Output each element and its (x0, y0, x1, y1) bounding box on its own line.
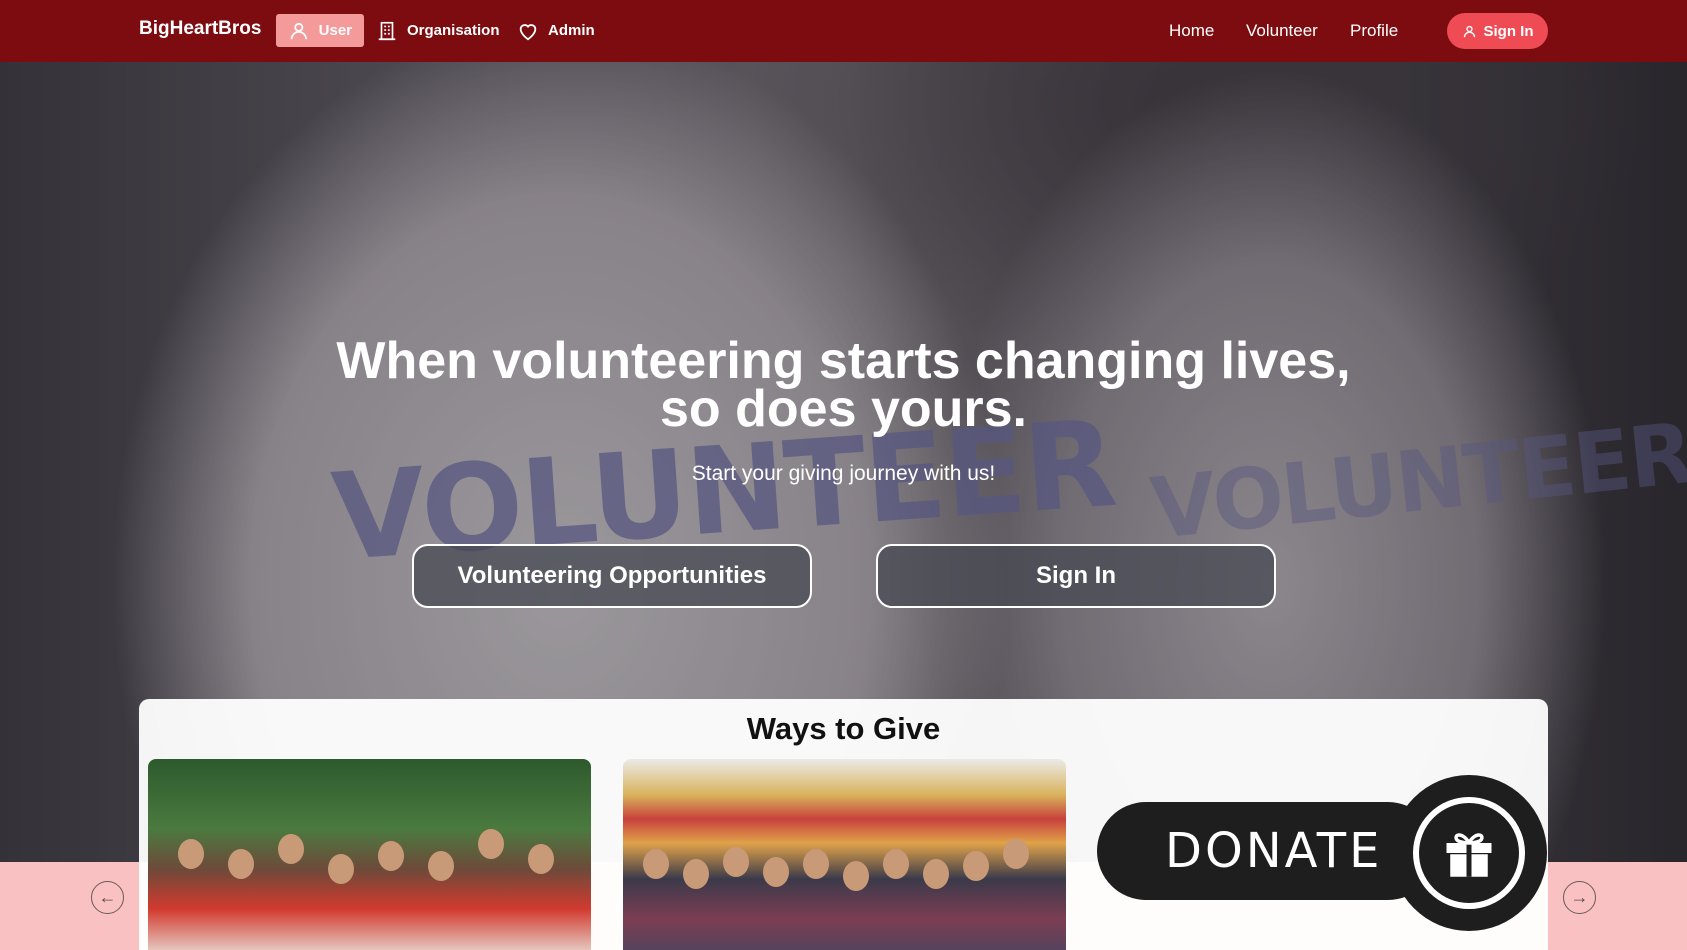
photo-people (623, 819, 1066, 950)
gift-icon (1446, 833, 1492, 877)
building-icon (378, 21, 396, 40)
hero-sign-in-button[interactable]: Sign In (876, 544, 1276, 608)
role-tab-organisation[interactable]: Organisation (364, 14, 512, 47)
ways-to-give-title: Ways to Give (746, 711, 941, 746)
role-tab-user-label: User (318, 22, 352, 39)
nav-sign-in-button[interactable]: Sign In (1447, 13, 1548, 49)
nav-sign-in-label: Sign In (1483, 22, 1534, 40)
arrow-left-icon: ← (98, 887, 117, 907)
carousel-next-button[interactable]: → (1563, 881, 1596, 914)
role-tab-admin-label: Admin (548, 22, 595, 39)
hero-title-line-2: so does yours. (660, 380, 1027, 438)
donate-badge (1391, 775, 1547, 931)
role-tab-organisation-label: Organisation (407, 22, 500, 39)
ways-to-give-section: Ways to Give DONATE (139, 699, 1548, 950)
user-icon (1463, 25, 1475, 37)
brand-logo[interactable]: BigHeartBros (139, 18, 261, 40)
volunteer-group-photo-2[interactable] (623, 759, 1066, 950)
role-tab-admin[interactable]: Admin (505, 14, 607, 47)
nav-link-profile[interactable]: Profile (1350, 21, 1398, 41)
photo-people (148, 819, 591, 950)
hero-title: When volunteering starts changing lives,… (0, 335, 1687, 435)
carousel-prev-button[interactable]: ← (91, 881, 124, 914)
top-navigation-bar: BigHeartBros User Organisation Admin Hom… (0, 0, 1687, 62)
donate-label: DONATE (1097, 802, 1437, 900)
role-tab-user[interactable]: User (276, 14, 364, 47)
user-icon (290, 22, 307, 39)
nav-link-home[interactable]: Home (1169, 21, 1214, 41)
volunteer-group-photo-1[interactable] (148, 759, 591, 950)
hero-subtitle: Start your giving journey with us! (691, 462, 996, 485)
arrow-right-icon: → (1570, 887, 1589, 907)
donate-card[interactable]: DONATE (1097, 759, 1547, 950)
volunteering-opportunities-button[interactable]: Volunteering Opportunities (412, 544, 812, 608)
donate-ring (1413, 797, 1525, 909)
nav-link-volunteer[interactable]: Volunteer (1246, 21, 1318, 41)
heart-icon (519, 23, 537, 40)
